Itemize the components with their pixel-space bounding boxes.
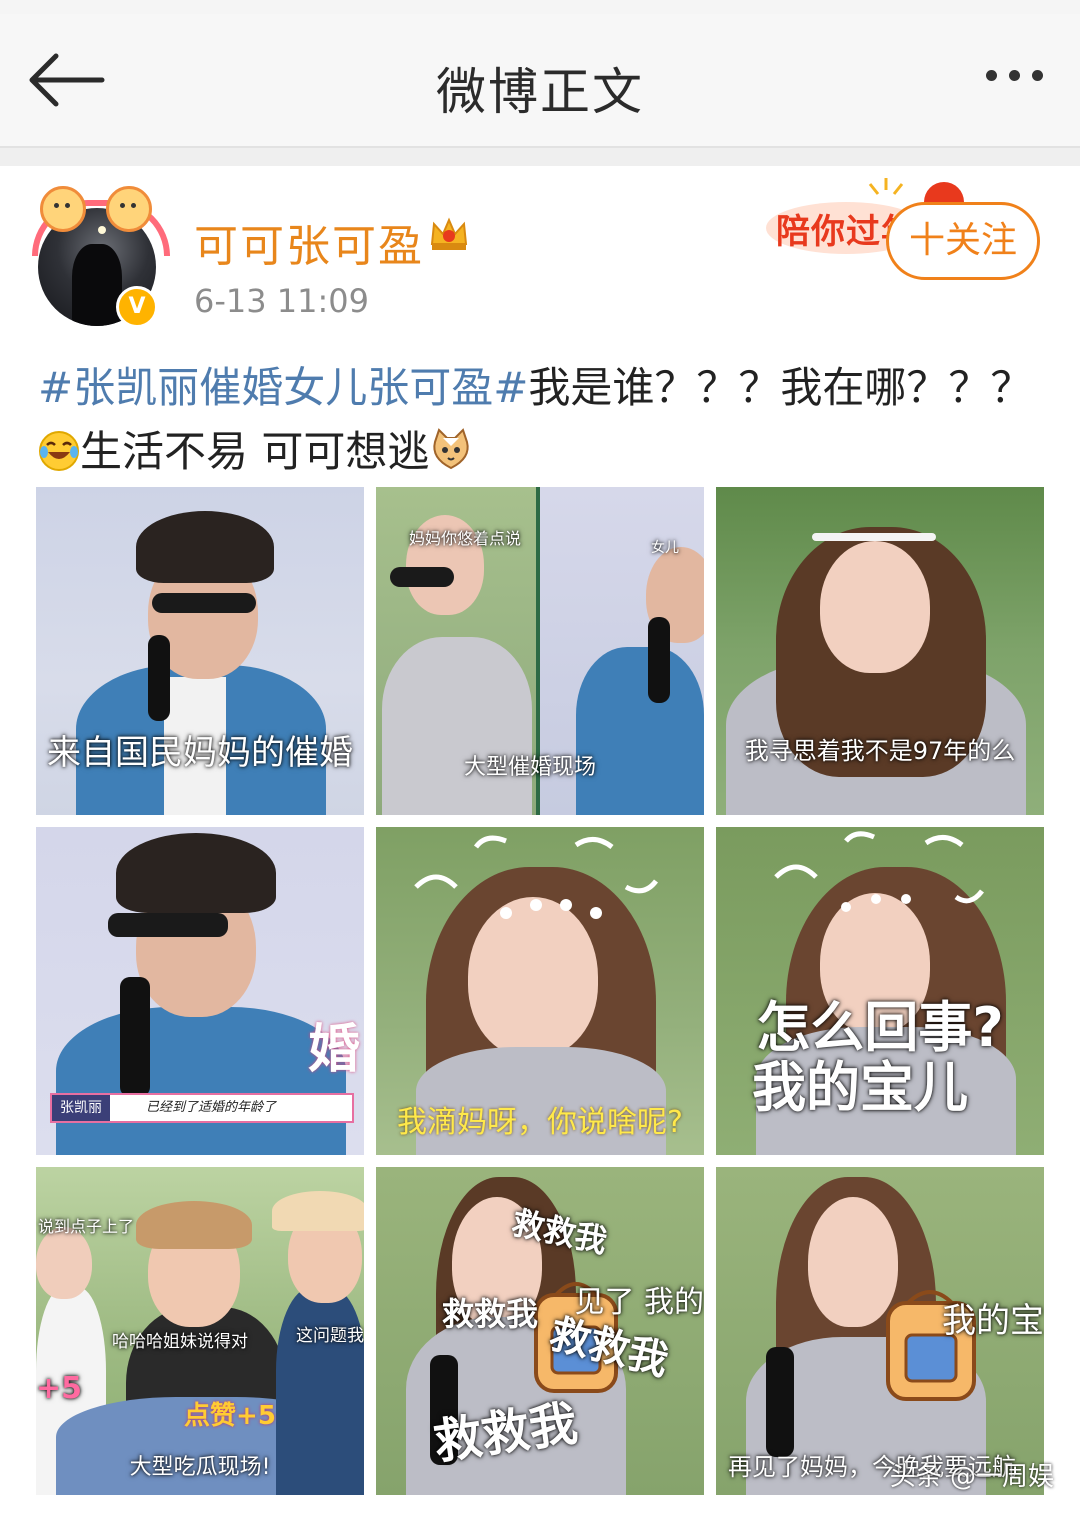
post-time: 6-13 11:09 bbox=[194, 282, 370, 320]
name-tag: 张凯丽 bbox=[52, 1095, 110, 1121]
cat-emoji bbox=[433, 428, 469, 470]
verified-icon: V bbox=[116, 286, 158, 328]
laugh-cry-emoji bbox=[39, 431, 79, 471]
image-caption-line1: 怎么回事? bbox=[756, 996, 1004, 1059]
post-image-5[interactable]: 我滴妈呀，你说啥呢? bbox=[376, 827, 704, 1155]
post-text-part: 我是谁？？？我在哪？？？ bbox=[528, 363, 1033, 412]
crown-icon bbox=[430, 217, 468, 250]
image-caption: 我寻思着我不是97年的么 bbox=[744, 737, 1016, 765]
source-watermark: 头条 @一周娱 bbox=[889, 1462, 1054, 1492]
sparkle-doodle-icon bbox=[414, 835, 658, 919]
image-caption: 大型催婚现场 bbox=[463, 755, 596, 780]
image-side-label: 女儿 bbox=[651, 540, 679, 556]
image-caption: 大型吃瓜现场! bbox=[129, 1455, 271, 1480]
cow-icon bbox=[106, 186, 152, 232]
post-image-8[interactable]: 救救我 救救我 救救我 救救我 见了 我的 bbox=[376, 1167, 704, 1495]
page-title: 微博正文 bbox=[436, 63, 644, 121]
post-text-part: 生活不易 可可想逃 bbox=[80, 427, 430, 476]
post-image-3[interactable]: 我寻思着我不是97年的么 bbox=[716, 487, 1044, 815]
mic-icon bbox=[766, 1347, 794, 1457]
post-text: #张凯丽催婚女儿张可盈#我是谁？？？我在哪？？？ 生活不易 可可想逃 bbox=[38, 356, 1048, 484]
image-side-text: 婚 bbox=[307, 1020, 360, 1080]
sparkle-doodle-icon bbox=[774, 831, 984, 912]
hashtag-link[interactable]: #张凯丽催婚女儿张可盈# bbox=[38, 363, 528, 412]
sticker-text: 见了 我的 bbox=[574, 1285, 704, 1320]
mic-icon bbox=[120, 977, 150, 1097]
status-bar bbox=[0, 0, 1080, 14]
image-label: 这问题我 bbox=[296, 1326, 364, 1346]
post-image-2[interactable]: 妈妈你悠着点说 女儿 大型催婚现场 bbox=[376, 487, 704, 815]
username[interactable]: 可可张可盈 bbox=[194, 210, 424, 274]
post-image-1[interactable]: 来自国民妈妈的催婚 bbox=[36, 487, 364, 815]
follow-button[interactable]: 十关注 bbox=[886, 202, 1040, 280]
more-icon bbox=[986, 70, 997, 81]
image-caption-line2: 我的宝儿 bbox=[752, 1056, 968, 1119]
image-caption-top: 说到点子上了 bbox=[38, 1217, 135, 1236]
post-image-6[interactable]: 怎么回事? 我的宝儿 bbox=[716, 827, 1044, 1155]
avatar[interactable]: V bbox=[30, 186, 170, 328]
divider bbox=[0, 148, 1080, 166]
mic-icon bbox=[648, 617, 670, 703]
plus-label: +5 bbox=[36, 1371, 83, 1406]
image-grid: 来自国民妈妈的催婚 妈妈你悠着点说 女儿 大型催婚现场 我寻思着我不是97年的么… bbox=[36, 487, 1054, 1495]
more-button[interactable] bbox=[980, 66, 1052, 96]
image-caption: 我滴妈呀，你说啥呢? bbox=[397, 1105, 683, 1140]
image-caption: 来自国民妈妈的催婚 bbox=[47, 733, 353, 773]
top-bar: 微博正文 bbox=[0, 14, 1080, 148]
post-image-9[interactable]: 我的宝 再见了妈妈，今晚我要远航 bbox=[716, 1167, 1044, 1495]
post-image-7[interactable]: 说到点子上了 哈哈哈姐妹说得对 这问题我 点赞+5 +5 大型吃瓜现场! bbox=[36, 1167, 364, 1495]
image-side-text: 我的宝 bbox=[942, 1301, 1044, 1341]
image-caption: 已经到了适婚的年龄了 bbox=[146, 1100, 277, 1115]
mic-icon bbox=[148, 635, 170, 721]
post-image-4[interactable]: 婚 张凯丽 已经到了适婚的年龄了 bbox=[36, 827, 364, 1155]
cow-icon bbox=[40, 186, 86, 232]
